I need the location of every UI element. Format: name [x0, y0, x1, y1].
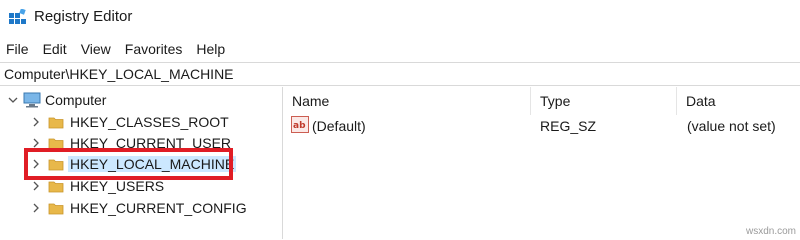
column-header-name[interactable]: Name [283, 87, 531, 115]
tree-item-label: HKEY_CLASSES_ROOT [70, 113, 229, 130]
value-data: (value not set) [687, 118, 776, 134]
computer-icon [23, 92, 41, 107]
menu-edit[interactable]: Edit [36, 38, 74, 60]
folder-icon [48, 159, 64, 170]
registry-editor-icon [9, 9, 26, 24]
tree-item-hkey-local-machine[interactable]: HKEY_LOCAL_MACHINE [30, 153, 237, 174]
column-header-type[interactable]: Type [531, 87, 677, 115]
folder-icon [48, 181, 64, 192]
folder-icon [48, 203, 64, 214]
address-bar[interactable]: Computer\HKEY_LOCAL_MACHINE [0, 62, 800, 86]
folder-icon [48, 138, 64, 149]
tree-item-hkey-current-config[interactable]: HKEY_CURRENT_CONFIG [30, 197, 247, 218]
menu-help[interactable]: Help [189, 38, 232, 60]
tree-item-label: HKEY_USERS [70, 177, 165, 194]
svg-text:ab: ab [293, 121, 306, 131]
address-path[interactable]: Computer\HKEY_LOCAL_MACHINE [0, 66, 234, 82]
menu-bar: File Edit View Favorites Help [0, 38, 800, 60]
watermark: wsxdn.com [745, 226, 796, 237]
tree-item-computer[interactable]: Computer [7, 89, 106, 110]
registry-editor-window: Registry Editor File Edit View Favorites… [0, 0, 800, 239]
chevron-right-icon[interactable] [30, 116, 42, 128]
string-value-icon: ab [291, 116, 309, 133]
window-title: Registry Editor [34, 8, 133, 25]
title-bar: Registry Editor [0, 0, 800, 36]
chevron-down-icon[interactable] [7, 94, 19, 106]
chevron-right-icon[interactable] [30, 137, 42, 149]
tree-item-label: Computer [45, 91, 107, 108]
chevron-right-icon[interactable] [30, 202, 42, 214]
tree-item-label-selected: HKEY_LOCAL_MACHINE [68, 155, 237, 172]
chevron-right-icon[interactable] [30, 158, 42, 170]
tree-item-hkey-classes-root[interactable]: HKEY_CLASSES_ROOT [30, 111, 229, 132]
folder-icon [48, 117, 64, 128]
tree-item-label: HKEY_CURRENT_CONFIG [70, 199, 247, 216]
column-header-data[interactable]: Data [677, 87, 800, 115]
value-name: (Default) [312, 118, 366, 134]
menu-file[interactable]: File [0, 38, 36, 60]
chevron-right-icon[interactable] [30, 180, 42, 192]
tree-item-hkey-users[interactable]: HKEY_USERS [30, 175, 164, 196]
menu-favorites[interactable]: Favorites [118, 38, 190, 60]
value-list-pane: Name Type Data ab (Default) REG_SZ (valu… [283, 87, 800, 239]
tree-pane: Computer HKEY_CLASSES_ROOT HKEY_CURRENT_… [0, 87, 283, 239]
tree-item-label: HKEY_CURRENT_USER [70, 134, 232, 151]
tree-item-hkey-current-user[interactable]: HKEY_CURRENT_USER [30, 132, 231, 153]
menu-view[interactable]: View [74, 38, 118, 60]
value-type: REG_SZ [540, 118, 597, 134]
